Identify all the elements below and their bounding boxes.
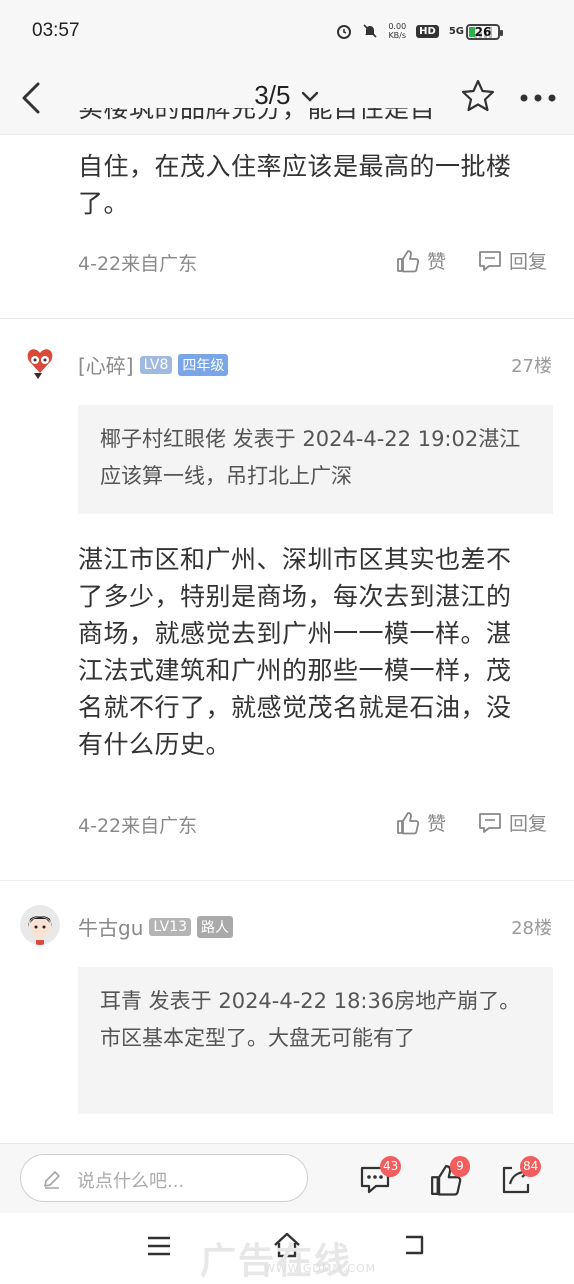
reply-button[interactable]: 回复 <box>477 809 547 836</box>
comments-button[interactable]: 43 <box>358 1156 402 1198</box>
mute-bell-icon <box>363 24 377 38</box>
floor-number: 28楼 <box>511 918 552 939</box>
avatar-heartbreak-icon <box>20 343 60 383</box>
watermark-text: 广告在线 <box>200 1241 353 1282</box>
alarm-icon <box>337 25 352 39</box>
share-button[interactable]: 84 <box>498 1156 542 1198</box>
post-top-meta: 4-22来自广东 <box>78 253 198 275</box>
chevron-down-icon <box>301 91 318 102</box>
rank-badge: 四年级 <box>178 353 229 376</box>
divider <box>0 318 574 319</box>
comment-icon <box>479 812 501 833</box>
level-badge: LV13 <box>149 917 192 936</box>
watermark-url: WWW.GDMM.COM <box>264 1262 377 1275</box>
comment-input[interactable]: 说点什么吧... <box>20 1154 308 1202</box>
page-indicator: 3/5 <box>254 80 291 110</box>
pencil-icon <box>44 1171 60 1189</box>
like-label: 赞 <box>427 813 447 835</box>
avatar[interactable] <box>20 343 60 383</box>
post-27-body: 湛江市区和广州、深圳市区其实也差不了多少，特别是商场，每次去到湛江的商场，就感觉… <box>78 545 512 759</box>
status-bar: 03:57 0.00 KB/s HD 5G 26 <box>0 0 574 62</box>
net-speed-unit: KB/s <box>388 31 407 40</box>
network-type: 5G <box>448 25 464 37</box>
avatar-girl-icon <box>20 905 60 945</box>
comment-icon <box>479 250 501 271</box>
more-icon[interactable] <box>518 92 558 104</box>
divider <box>0 880 574 881</box>
hd-badge: HD <box>416 24 439 38</box>
battery-indicator: 26 <box>466 24 503 40</box>
floor-number: 27楼 <box>511 356 552 377</box>
likes-count-badge: 9 <box>450 1156 470 1177</box>
shares-count-badge: 84 <box>520 1156 542 1177</box>
post-partial-line: 实楼筑的品牌充分，能自住是自 <box>78 108 518 134</box>
battery-tip <box>500 30 503 36</box>
battery-level: 26 <box>474 25 492 39</box>
comment-placeholder: 说点什么吧... <box>77 1171 185 1192</box>
partial-line-text: 实楼筑的品牌充分，能自住是自 <box>78 108 436 123</box>
reply-button[interactable]: 回复 <box>477 247 547 274</box>
quote-block: 椰子村红眼佬 发表于 2024-4-22 19:02湛江应该算一线，吊打北上广深 <box>78 405 553 514</box>
comments-count-badge: 43 <box>380 1156 402 1177</box>
bottom-action-bar: 说点什么吧... 43 9 84 <box>0 1143 574 1214</box>
username[interactable]: 牛古gu <box>78 912 143 941</box>
user-info-28: 牛古gu LV13 路人 <box>78 912 234 941</box>
rank-badge: 路人 <box>197 915 234 938</box>
reply-label: 回复 <box>509 251 548 273</box>
like-post-button[interactable]: 9 <box>428 1156 470 1198</box>
net-speed: 0.00 KB/s <box>388 22 406 40</box>
like-button[interactable]: 赞 <box>395 809 446 836</box>
quote-block: 耳青 发表于 2024-4-22 18:36房地产崩了。市区基本定型了。大盘无可… <box>78 967 553 1114</box>
status-time: 03:57 <box>32 20 80 41</box>
net-speed-value: 0.00 <box>388 22 407 31</box>
level-badge: LV8 <box>139 355 173 374</box>
like-label: 赞 <box>427 251 447 273</box>
like-button[interactable]: 赞 <box>395 247 446 274</box>
post-top-body: 自住，在茂入住率应该是最高的一批楼了。 <box>78 152 512 218</box>
reply-label: 回复 <box>509 813 548 835</box>
avatar[interactable] <box>20 905 60 945</box>
user-info-27: [心碎] LV8 四年级 <box>78 350 229 379</box>
back-nav-icon[interactable] <box>402 1233 428 1257</box>
menu-icon[interactable] <box>146 1235 172 1257</box>
username[interactable]: [心碎] <box>78 350 134 379</box>
thumbs-up-icon <box>397 811 420 834</box>
post-27-meta: 4-22来自广东 <box>78 815 198 837</box>
thumbs-up-icon <box>397 249 420 272</box>
